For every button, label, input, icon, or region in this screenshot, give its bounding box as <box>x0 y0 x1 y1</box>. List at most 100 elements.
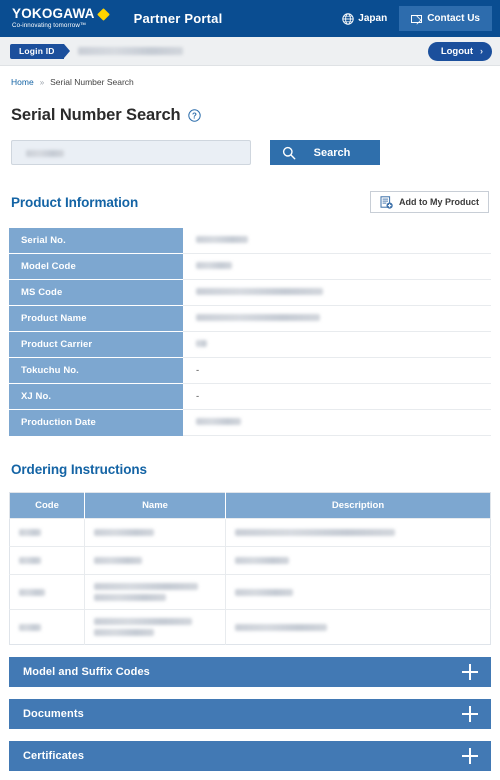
row-value <box>183 331 491 358</box>
login-bar: Login ID Logout › <box>0 37 500 66</box>
table-row: Product Name <box>9 305 491 332</box>
search-input[interactable] <box>11 140 251 165</box>
ordering-instructions-title: Ordering Instructions <box>11 462 147 477</box>
table-header-row: Code Name Description <box>9 492 491 519</box>
table-row <box>9 609 491 645</box>
table-row: Model Code <box>9 253 491 280</box>
row-value: - <box>183 357 491 384</box>
plus-icon[interactable] <box>462 748 478 764</box>
row-value <box>183 228 491 254</box>
redacted-value <box>196 287 323 295</box>
redacted-value <box>196 417 241 425</box>
svg-text:?: ? <box>192 111 197 120</box>
globe-icon <box>342 12 354 25</box>
product-information-title: Product Information <box>11 194 139 210</box>
row-label: Serial No. <box>9 228 183 254</box>
redacted-value <box>196 235 248 243</box>
login-id-label: Login ID <box>10 43 70 59</box>
row-label: Product Carrier <box>9 331 183 358</box>
row-label: Production Date <box>9 409 183 436</box>
table-row: Production Date <box>9 409 491 436</box>
ordering-instructions-header: Ordering Instructions <box>9 436 491 477</box>
language-selector[interactable]: Japan <box>342 12 387 25</box>
row-value: - <box>183 383 491 410</box>
row-value <box>183 279 491 306</box>
cell-code <box>9 609 85 645</box>
cell-name <box>84 518 226 547</box>
accordion-certificates[interactable]: Certificates <box>9 741 491 771</box>
plus-icon[interactable] <box>462 664 478 680</box>
cell-code <box>9 518 85 547</box>
cell-code <box>9 574 85 610</box>
table-row: Serial No. <box>9 228 491 254</box>
redacted-value <box>19 623 41 631</box>
breadcrumb: Home » Serial Number Search <box>9 66 491 87</box>
logout-label: Logout <box>440 45 473 57</box>
search-button[interactable]: Search <box>270 140 380 165</box>
contact-us-label: Contact Us <box>427 13 480 24</box>
redacted-value <box>19 557 41 564</box>
logout-button[interactable]: Logout › <box>427 41 492 61</box>
cell-description <box>225 609 491 645</box>
search-row: Search <box>9 125 491 165</box>
cell-code <box>9 546 85 575</box>
search-input-value <box>26 150 64 157</box>
redacted-value <box>235 529 395 536</box>
row-label: Model Code <box>9 253 183 280</box>
table-row <box>9 574 491 610</box>
row-label: MS Code <box>9 279 183 306</box>
accordion-model-and-suffix-codes[interactable]: Model and Suffix Codes <box>9 657 491 687</box>
add-to-my-product-label: Add to My Product <box>399 197 479 207</box>
redacted-value <box>94 583 198 590</box>
breadcrumb-home-link[interactable]: Home <box>11 77 34 87</box>
column-header-code: Code <box>9 492 85 519</box>
table-row: Tokuchu No. - <box>9 357 491 384</box>
ordering-instructions-table: Code Name Description <box>9 492 491 645</box>
redacted-value <box>94 618 192 625</box>
redacted-value <box>235 588 293 596</box>
cell-description <box>225 518 491 547</box>
main-content: Home » Serial Number Search Serial Numbe… <box>0 66 500 771</box>
table-row <box>9 518 491 547</box>
search-button-label: Search <box>313 146 351 159</box>
contact-us-button[interactable]: Contact Us <box>399 6 492 31</box>
row-value <box>183 253 491 280</box>
product-information-table: Serial No. Model Code MS Code Product Name P… <box>9 228 491 436</box>
table-row <box>9 546 491 575</box>
column-header-description: Description <box>225 492 491 519</box>
table-row: Product Carrier <box>9 331 491 358</box>
cell-description <box>225 546 491 575</box>
portal-title: Partner Portal <box>133 11 223 26</box>
redacted-value <box>94 594 166 601</box>
question-mark-circle-icon[interactable]: ? <box>187 109 201 122</box>
breadcrumb-current: Serial Number Search <box>50 77 134 87</box>
accordion-documents[interactable]: Documents <box>9 699 491 729</box>
redacted-value <box>19 588 45 596</box>
table-row: XJ No. - <box>9 383 491 410</box>
envelope-icon <box>411 14 423 23</box>
add-to-my-product-button[interactable]: Add to My Product <box>370 191 489 213</box>
plus-icon[interactable] <box>462 706 478 722</box>
row-value <box>183 409 491 436</box>
yellow-diamond-icon <box>96 7 110 21</box>
redacted-value <box>94 629 154 636</box>
cell-name <box>84 546 226 575</box>
site-header: YOKOGAWA Co-innovating tomorrow™ Partner… <box>0 0 500 37</box>
cell-name <box>84 574 226 610</box>
redacted-value <box>94 529 154 536</box>
table-row: MS Code <box>9 279 491 306</box>
row-label: XJ No. <box>9 383 183 410</box>
brand-name: YOKOGAWA <box>12 6 95 22</box>
redacted-value <box>196 313 320 321</box>
magnifier-icon <box>282 146 296 159</box>
login-id-value <box>77 47 183 55</box>
product-information-header: Product Information Add to My Product <box>9 165 491 213</box>
accordion-label: Model and Suffix Codes <box>23 666 150 678</box>
accordion-list: Model and Suffix Codes Documents Certifica… <box>9 657 491 771</box>
yokogawa-logo[interactable]: YOKOGAWA Co-innovating tomorrow™ <box>12 7 118 29</box>
row-label: Product Name <box>9 305 183 332</box>
redacted-value <box>94 557 142 564</box>
chevron-right-icon: › <box>480 46 483 56</box>
column-header-name: Name <box>84 492 226 519</box>
redacted-value <box>235 623 327 631</box>
